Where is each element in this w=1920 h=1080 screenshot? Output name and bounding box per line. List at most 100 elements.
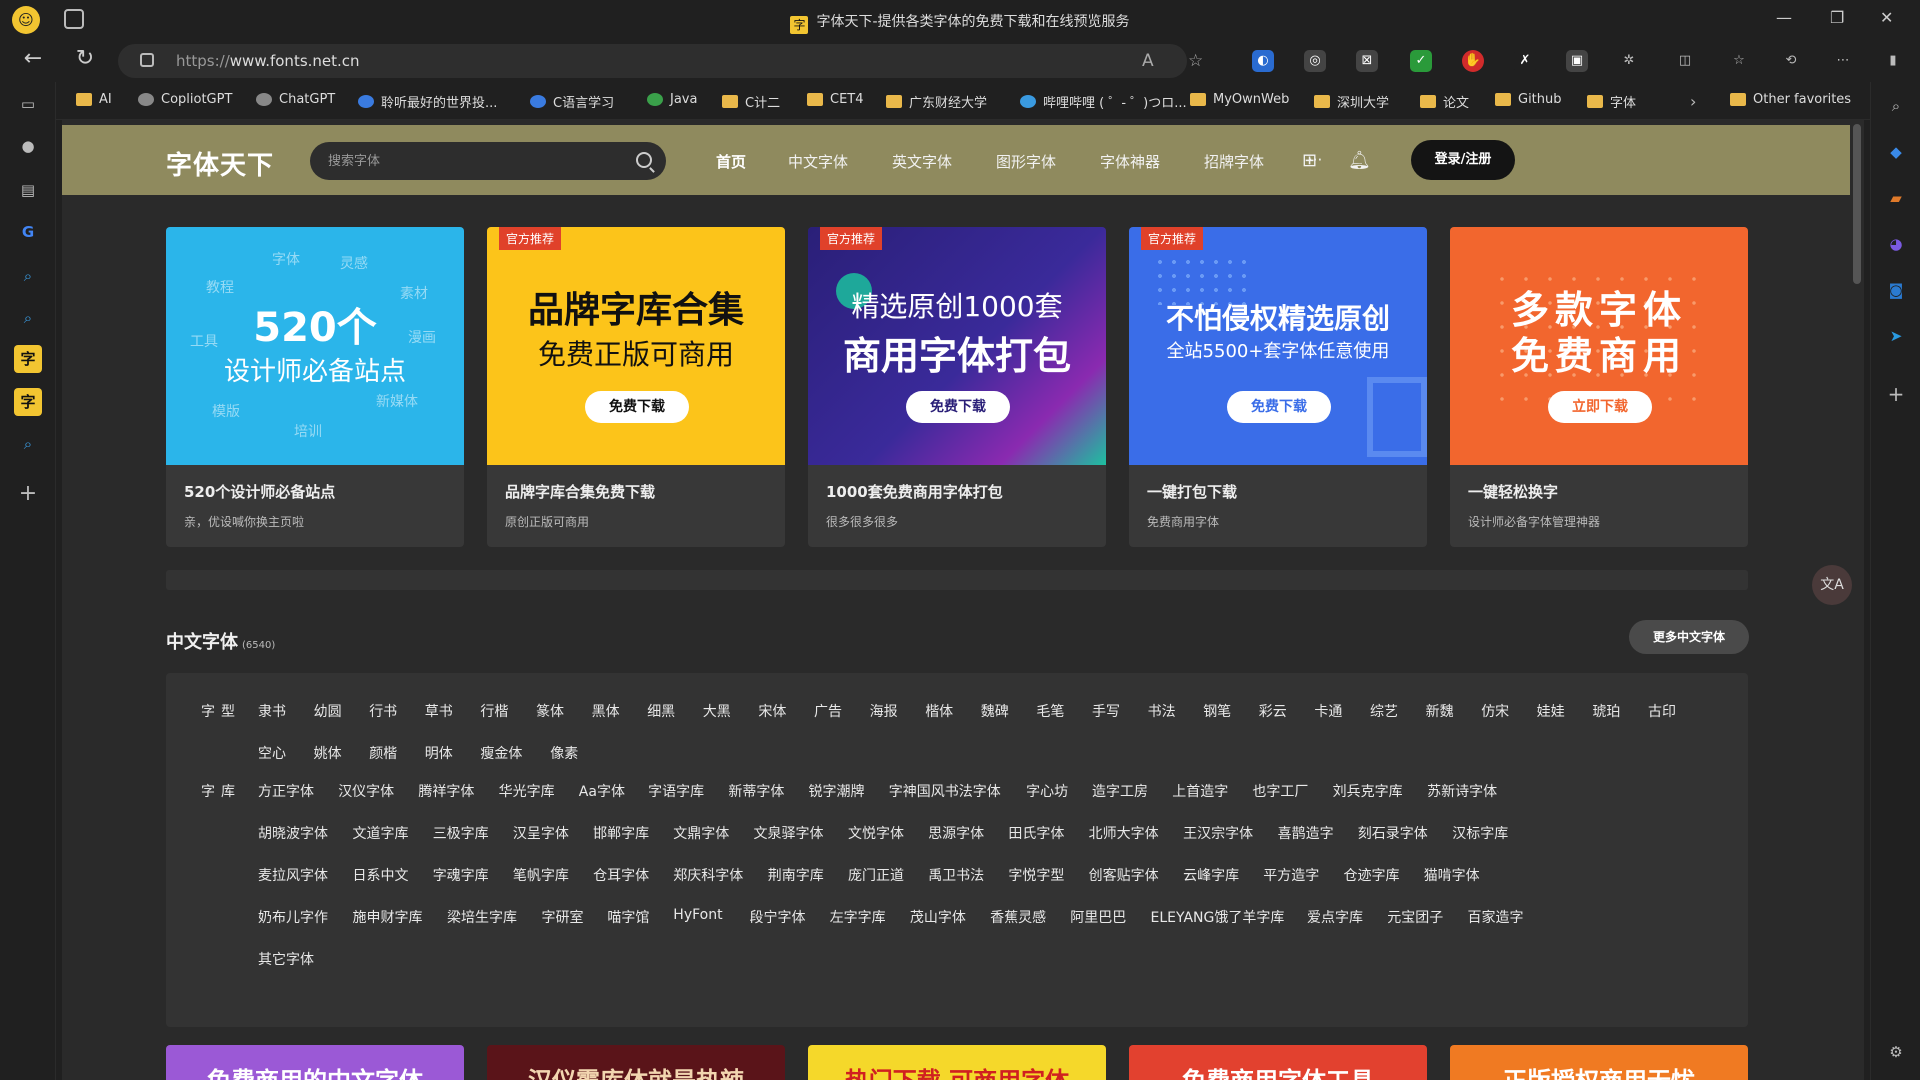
extension-2-icon[interactable]: ◎	[1304, 50, 1326, 72]
fav-item[interactable]: 字体	[1587, 92, 1636, 111]
font-tag[interactable]: 平方造字	[1263, 865, 1319, 885]
font-tag[interactable]: 仿宋	[1481, 701, 1509, 721]
bell-icon[interactable]: 🔔︎	[1348, 150, 1371, 171]
font-tag[interactable]: 思源字体	[928, 823, 984, 843]
font-tag[interactable]: 阿里巴巴	[1070, 907, 1126, 927]
copilot-icon[interactable]: ◕	[1884, 232, 1908, 256]
font-tag[interactable]: 喜鹊造字	[1278, 823, 1334, 843]
favorites-icon[interactable]: ☆	[1728, 50, 1750, 72]
font-tag[interactable]: 手写	[1092, 701, 1120, 721]
address-bar[interactable]: https://www.fonts.net.cn A ☆	[118, 44, 1203, 78]
font-tag[interactable]: 文鼎字体	[673, 823, 729, 843]
more-menu-icon[interactable]: ⋯	[1832, 50, 1854, 72]
fav-item[interactable]: 论文	[1420, 92, 1469, 111]
search-tab-icon[interactable]: ⌕	[14, 304, 42, 332]
download-now-button[interactable]: 立即下载	[1548, 391, 1652, 423]
font-tag[interactable]: 草书	[425, 701, 453, 721]
font-tag[interactable]: 书法	[1148, 701, 1176, 721]
fav-item[interactable]: Github	[1495, 92, 1562, 107]
font-tag[interactable]: 毛笔	[1036, 701, 1064, 721]
bottom-promo-card[interactable]: 正版授权商用无忧	[1450, 1045, 1748, 1080]
split-screen-icon[interactable]: ◫	[1674, 50, 1696, 72]
font-tag[interactable]: 荆南字库	[768, 865, 824, 885]
minimize-icon[interactable]: —	[1776, 8, 1792, 27]
font-tag[interactable]: 大黑	[703, 701, 731, 721]
promo-banner[interactable]: 字体 灵感 教程 素材 工具 漫画 模版 新媒体 培训 520个 设计师必备站点	[166, 227, 464, 465]
sidebar-toggle-icon[interactable]: ▮	[1882, 50, 1904, 72]
free-download-button[interactable]: 免费下载	[1227, 391, 1331, 423]
font-tag[interactable]: 百家造字	[1467, 907, 1523, 927]
font-tag[interactable]: 锐字潮牌	[809, 781, 865, 801]
menu-font-tools[interactable]: 字体神器	[1100, 151, 1160, 172]
font-tag[interactable]: 施申财字库	[353, 907, 423, 927]
tab-list-icon[interactable]: ▭	[14, 90, 42, 118]
read-aloud-icon[interactable]: A	[1142, 51, 1154, 71]
font-tag[interactable]: 文悦字体	[848, 823, 904, 843]
font-tag[interactable]: 细黑	[647, 701, 675, 721]
font-tag[interactable]: 三极字库	[433, 823, 489, 843]
font-tag[interactable]: 郑庆科字体	[673, 865, 743, 885]
promo-banner[interactable]: 官方推荐 不怕侵权精选原创 全站5500+套字体任意使用 免费下载	[1129, 227, 1427, 465]
font-tag[interactable]: 新魏	[1426, 701, 1454, 721]
card-title[interactable]: 一键轻松换字	[1468, 481, 1558, 502]
font-site-tab-icon[interactable]: 字	[14, 345, 42, 373]
font-tag[interactable]: 广告	[814, 701, 842, 721]
restore-icon[interactable]: ❐	[1830, 8, 1844, 27]
font-tag[interactable]: 姚体	[314, 743, 342, 763]
grid-apps-icon[interactable]: ⊞	[1302, 150, 1317, 171]
page-scrollbar[interactable]	[1850, 120, 1864, 1080]
font-tag[interactable]: 幼圆	[314, 701, 342, 721]
fav-item[interactable]: CopliotGPT	[138, 92, 232, 107]
font-tag[interactable]: 综艺	[1370, 701, 1398, 721]
search-input[interactable]	[328, 150, 608, 172]
menu-graphic-fonts[interactable]: 图形字体	[996, 151, 1056, 172]
menu-english-fonts[interactable]: 英文字体	[892, 151, 952, 172]
scrollbar-thumb[interactable]	[1853, 124, 1861, 284]
font-tag[interactable]: 刻石录字体	[1358, 823, 1428, 843]
promo-card[interactable]: 多款字体 免费商用 立即下载 一键轻松换字 设计师必备字体管理神器	[1450, 227, 1748, 547]
favorite-star-icon[interactable]: ☆	[1188, 51, 1203, 71]
bottom-promo-card[interactable]: 免费商用的中文字体	[166, 1045, 464, 1080]
font-tag[interactable]: 汉仪字体	[338, 781, 394, 801]
font-tag[interactable]: Aa字体	[579, 781, 625, 801]
chevron-right-icon[interactable]: ›	[1690, 92, 1696, 111]
promo-banner[interactable]: 官方推荐 品牌字库合集 免费正版可商用 免费下载	[487, 227, 785, 465]
font-tag[interactable]: 邯郸字库	[593, 823, 649, 843]
close-icon[interactable]: ✕	[1880, 8, 1893, 27]
settings-gear-icon[interactable]: ⚙	[1884, 1040, 1908, 1064]
font-tag[interactable]: 胡晓波字体	[258, 823, 328, 843]
search-icon[interactable]	[636, 152, 652, 168]
promo-card[interactable]: 官方推荐 精选原创1000套 商用字体打包 免费下载 1000套免费商用字体打包…	[808, 227, 1106, 547]
font-tag[interactable]: 左字字库	[830, 907, 886, 927]
font-tag[interactable]: 刘兵克字库	[1333, 781, 1403, 801]
font-tag[interactable]: 茂山字体	[910, 907, 966, 927]
promo-card[interactable]: 字体 灵感 教程 素材 工具 漫画 模版 新媒体 培训 520个 设计师必备站点…	[166, 227, 464, 547]
other-favorites[interactable]: Other favorites	[1730, 92, 1851, 107]
adblock-icon[interactable]: ✋	[1462, 50, 1484, 72]
font-tag[interactable]: 字神国风书法字体	[889, 781, 1001, 801]
font-tag[interactable]: 仓迹字库	[1344, 865, 1400, 885]
card-title[interactable]: 品牌字库合集免费下载	[505, 481, 655, 502]
font-tag[interactable]: 云峰字库	[1183, 865, 1239, 885]
free-download-button[interactable]: 免费下载	[585, 391, 689, 423]
font-tag[interactable]: 其它字体	[258, 949, 314, 969]
font-tag[interactable]: 日系中文	[353, 865, 409, 885]
font-tag[interactable]: 字悦字型	[1008, 865, 1064, 885]
menu-sign-fonts[interactable]: 招牌字体	[1204, 151, 1264, 172]
font-tag[interactable]: 新蒂字体	[728, 781, 784, 801]
send-icon[interactable]: ➤	[1884, 324, 1908, 348]
fav-item[interactable]: 深圳大学	[1314, 92, 1389, 111]
extension-x-icon[interactable]: ✗	[1514, 50, 1536, 72]
outlook-icon[interactable]: ◙	[1884, 278, 1908, 302]
search-tab-icon[interactable]: ⌕	[14, 262, 42, 290]
site-logo[interactable]: 字体天下	[166, 145, 274, 182]
font-tag[interactable]: 空心	[258, 743, 286, 763]
promo-card[interactable]: 官方推荐 不怕侵权精选原创 全站5500+套字体任意使用 免费下载 一键打包下载…	[1129, 227, 1427, 547]
font-tag[interactable]: 华光字库	[499, 781, 555, 801]
font-tag[interactable]: 梁培生字库	[447, 907, 517, 927]
free-download-button[interactable]: 免费下载	[906, 391, 1010, 423]
font-tag[interactable]: 古印	[1648, 701, 1676, 721]
font-tag[interactable]: 字研室	[542, 907, 584, 927]
fav-item[interactable]: 广东财经大学	[886, 92, 987, 111]
font-tag[interactable]: 田氏字体	[1008, 823, 1064, 843]
